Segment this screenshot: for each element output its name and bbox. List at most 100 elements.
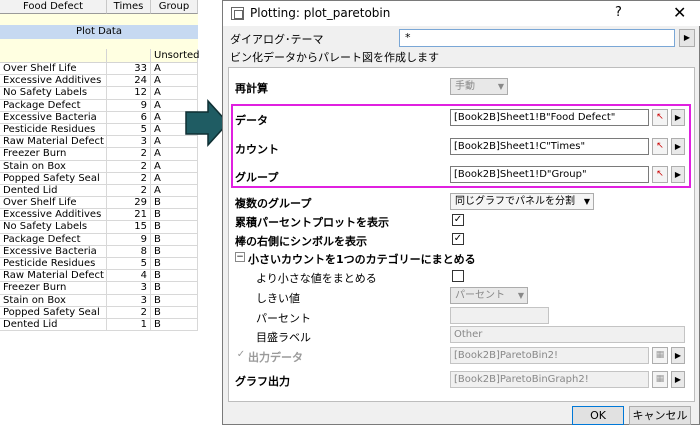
graph-browse-icon[interactable]: ▦: [652, 371, 668, 388]
output-data-checkbox[interactable]: ✓: [235, 350, 247, 362]
graph-output-menu-button[interactable]: ▶: [671, 371, 685, 388]
multi-group-dropdown[interactable]: 同じグラフでパネルを分割 ▼: [450, 193, 594, 210]
symbol-right-checkbox[interactable]: ✓: [452, 233, 464, 245]
close-button[interactable]: ✕: [673, 3, 686, 22]
combine-smaller-checkbox[interactable]: [452, 270, 464, 282]
food-defect-cell[interactable]: Over Shelf Life: [0, 197, 107, 209]
group-menu-button[interactable]: ▶: [671, 166, 685, 183]
column-header-times[interactable]: Times: [107, 0, 151, 14]
range-picker-icon[interactable]: ↖: [652, 166, 668, 183]
cumulative-percent-checkbox[interactable]: ✓: [452, 214, 464, 226]
times-cell[interactable]: 3: [107, 282, 151, 294]
times-cell[interactable]: 9: [107, 99, 151, 111]
column-header-food-defect[interactable]: Food Defect: [0, 0, 107, 14]
table-row: No Safety Labels 15 B: [0, 221, 198, 234]
output-data-input[interactable]: [Book2B]ParetoBin2!: [450, 347, 649, 364]
times-cell[interactable]: 24: [107, 75, 151, 87]
food-defect-cell[interactable]: Package Defect: [0, 99, 107, 111]
times-cell[interactable]: 2: [107, 160, 151, 172]
food-defect-cell[interactable]: Raw Material Defect: [0, 136, 107, 148]
group-cell[interactable]: B: [151, 318, 198, 331]
output-data-menu-button[interactable]: ▶: [671, 347, 685, 364]
times-cell[interactable]: 8: [107, 245, 151, 257]
group-cell[interactable]: B: [151, 245, 198, 257]
meta-cell[interactable]: [107, 49, 151, 63]
column-header-group[interactable]: Group: [151, 0, 198, 14]
percent-input[interactable]: [450, 307, 549, 324]
group-cell[interactable]: B: [151, 294, 198, 306]
collapse-icon[interactable]: −: [235, 252, 245, 262]
group-cell[interactable]: B: [151, 306, 198, 318]
group-cell[interactable]: B: [151, 197, 198, 209]
group-cell[interactable]: B: [151, 209, 198, 221]
threshold-dropdown[interactable]: パーセント ▼: [450, 287, 528, 304]
times-cell[interactable]: 5: [107, 123, 151, 136]
food-defect-cell[interactable]: Excessive Additives: [0, 75, 107, 87]
group-cell[interactable]: A: [151, 184, 198, 197]
food-defect-cell[interactable]: Stain on Box: [0, 160, 107, 172]
food-defect-cell[interactable]: Excessive Bacteria: [0, 111, 107, 123]
count-range-input[interactable]: [Book2B]Sheet1!C"Times": [450, 138, 649, 155]
graph-output-input[interactable]: [Book2B]ParetoBinGraph2!: [450, 371, 649, 388]
times-cell[interactable]: 2: [107, 172, 151, 184]
times-cell[interactable]: 2: [107, 148, 151, 160]
food-defect-cell[interactable]: Stain on Box: [0, 294, 107, 306]
count-menu-button[interactable]: ▶: [671, 138, 685, 155]
range-picker-icon[interactable]: ↖: [652, 138, 668, 155]
cancel-button[interactable]: キャンセル: [629, 406, 691, 425]
food-defect-cell[interactable]: Dented Lid: [0, 318, 107, 331]
group-cell[interactable]: A: [151, 172, 198, 184]
food-defect-cell[interactable]: Dented Lid: [0, 184, 107, 197]
food-defect-cell[interactable]: Popped Safety Seal: [0, 172, 107, 184]
times-cell[interactable]: 15: [107, 221, 151, 233]
times-cell[interactable]: 29: [107, 197, 151, 209]
sheet-browse-icon[interactable]: ▦: [652, 347, 668, 364]
food-defect-cell[interactable]: Freezer Burn: [0, 282, 107, 294]
times-cell[interactable]: 12: [107, 87, 151, 99]
group-cell[interactable]: A: [151, 148, 198, 160]
times-cell[interactable]: 1: [107, 318, 151, 331]
group-range-input[interactable]: [Book2B]Sheet1!D"Group": [450, 166, 649, 183]
times-cell[interactable]: 4: [107, 270, 151, 282]
group-meta-cell[interactable]: Unsorted: [151, 49, 200, 63]
group-cell[interactable]: A: [151, 87, 198, 99]
times-cell[interactable]: 5: [107, 258, 151, 270]
group-cell[interactable]: B: [151, 270, 198, 282]
food-defect-cell[interactable]: Pesticide Residues: [0, 258, 107, 270]
range-picker-icon[interactable]: ↖: [652, 109, 668, 126]
food-defect-cell[interactable]: Package Defect: [0, 233, 107, 245]
times-cell[interactable]: 3: [107, 294, 151, 306]
times-cell[interactable]: 9: [107, 233, 151, 245]
recalc-dropdown[interactable]: 手動 ▼: [450, 78, 508, 95]
times-cell[interactable]: 33: [107, 63, 151, 75]
group-cell[interactable]: B: [151, 282, 198, 294]
ok-button[interactable]: OK: [572, 406, 624, 425]
dialog-theme-input[interactable]: *: [399, 29, 675, 47]
food-defect-cell[interactable]: Excessive Additives: [0, 209, 107, 221]
food-defect-cell[interactable]: No Safety Labels: [0, 221, 107, 233]
food-defect-cell[interactable]: Excessive Bacteria: [0, 245, 107, 257]
data-menu-button[interactable]: ▶: [671, 109, 685, 126]
group-cell[interactable]: A: [151, 160, 198, 172]
tick-label-input[interactable]: Other: [450, 326, 685, 343]
times-cell[interactable]: 6: [107, 111, 151, 123]
times-cell[interactable]: 3: [107, 136, 151, 148]
group-cell[interactable]: B: [151, 221, 198, 233]
theme-menu-button[interactable]: ▶: [679, 29, 695, 47]
food-defect-cell[interactable]: Popped Safety Seal: [0, 306, 107, 318]
times-cell[interactable]: 21: [107, 209, 151, 221]
times-cell[interactable]: 2: [107, 306, 151, 318]
group-cell[interactable]: B: [151, 258, 198, 270]
food-defect-cell[interactable]: Raw Material Defect: [0, 270, 107, 282]
group-cell[interactable]: A: [151, 75, 198, 87]
meta-cell[interactable]: [0, 49, 107, 63]
food-defect-cell[interactable]: Over Shelf Life: [0, 63, 107, 75]
data-range-input[interactable]: [Book2B]Sheet1!B"Food Defect": [450, 109, 649, 126]
food-defect-cell[interactable]: Pesticide Residues: [0, 123, 107, 136]
group-cell[interactable]: A: [151, 63, 198, 75]
help-button[interactable]: ?: [615, 5, 622, 20]
times-cell[interactable]: 2: [107, 184, 151, 197]
food-defect-cell[interactable]: No Safety Labels: [0, 87, 107, 99]
food-defect-cell[interactable]: Freezer Burn: [0, 148, 107, 160]
group-cell[interactable]: B: [151, 233, 198, 245]
